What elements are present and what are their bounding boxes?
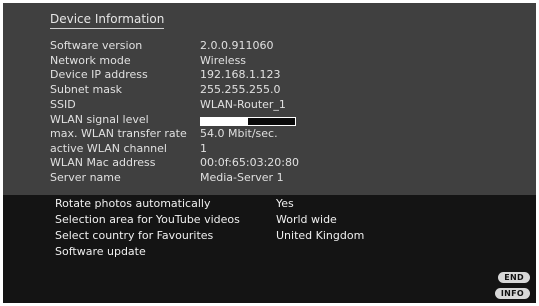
- info-label: Device IP address: [50, 68, 148, 81]
- info-row-subnet-mask: Subnet mask 255.255.255.0: [50, 83, 510, 98]
- setting-youtube-area[interactable]: Selection area for YouTube videos World …: [55, 213, 475, 228]
- info-label: WLAN Mac address: [50, 156, 156, 169]
- signal-level-bar: [200, 117, 296, 126]
- setting-software-update[interactable]: Software update: [55, 245, 475, 260]
- info-row-ssid: SSID WLAN-Router_1: [50, 98, 510, 113]
- info-label: active WLAN channel: [50, 142, 167, 155]
- info-value: 2.0.0.911060: [200, 39, 274, 52]
- info-label: WLAN signal level: [50, 113, 149, 126]
- tv-screen: Device Information Software version 2.0.…: [3, 3, 536, 303]
- info-row-wlan-signal: WLAN signal level: [50, 113, 510, 128]
- info-row-software-version: Software version 2.0.0.911060: [50, 39, 510, 54]
- signal-level-fill: [201, 118, 248, 125]
- info-row-mac-address: WLAN Mac address 00:0f:65:03:20:80: [50, 156, 510, 171]
- info-value: 1: [200, 142, 207, 155]
- setting-value: World wide: [276, 213, 337, 226]
- info-row-transfer-rate: max. WLAN transfer rate 54.0 Mbit/sec.: [50, 127, 510, 142]
- info-label: Subnet mask: [50, 83, 123, 96]
- info-row-device-ip: Device IP address 192.168.1.123: [50, 68, 510, 83]
- info-label: Server name: [50, 171, 121, 184]
- setting-label: Selection area for YouTube videos: [55, 213, 240, 226]
- info-value: 54.0 Mbit/sec.: [200, 127, 278, 140]
- info-value: 00:0f:65:03:20:80: [200, 156, 299, 169]
- info-label: Software version: [50, 39, 143, 52]
- info-row-wlan-channel: active WLAN channel 1: [50, 142, 510, 157]
- info-label: max. WLAN transfer rate: [50, 127, 187, 140]
- panel-title: Device Information: [50, 12, 165, 29]
- setting-value: Yes: [276, 197, 294, 210]
- info-value: 255.255.255.0: [200, 83, 281, 96]
- setting-label: Select country for Favourites: [55, 229, 214, 242]
- end-button[interactable]: END: [498, 272, 530, 283]
- info-button[interactable]: INFO: [494, 288, 530, 299]
- setting-label: Rotate photos automatically: [55, 197, 211, 210]
- device-information-panel: Device Information Software version 2.0.…: [3, 3, 536, 195]
- info-label: SSID: [50, 98, 76, 111]
- info-label: Network mode: [50, 54, 131, 67]
- setting-favourites-country[interactable]: Select country for Favourites United Kin…: [55, 229, 475, 244]
- info-value: WLAN-Router_1: [200, 98, 286, 111]
- info-value: 192.168.1.123: [200, 68, 281, 81]
- info-value: Wireless: [200, 54, 247, 67]
- info-value: Media-Server 1: [200, 171, 284, 184]
- info-row-server-name: Server name Media-Server 1: [50, 171, 510, 186]
- setting-value: United Kingdom: [276, 229, 365, 242]
- setting-rotate-photos[interactable]: Rotate photos automatically Yes: [55, 197, 475, 212]
- setting-label: Software update: [55, 245, 146, 258]
- info-row-network-mode: Network mode Wireless: [50, 54, 510, 69]
